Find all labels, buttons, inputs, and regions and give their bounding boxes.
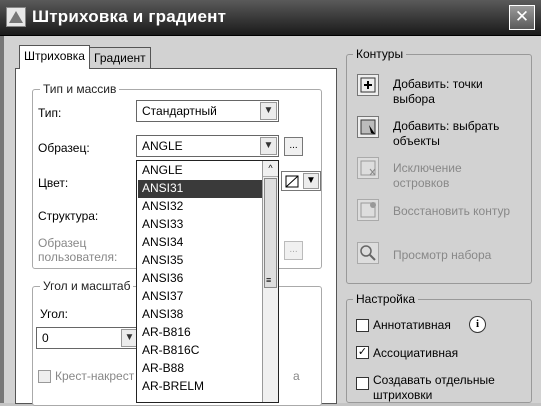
pattern-select-value: ANGLE: [142, 139, 183, 153]
custom-pattern-label-line2: пользователя:: [38, 250, 118, 264]
list-item[interactable]: AR-B816: [138, 324, 262, 342]
chevron-down-icon[interactable]: ▼: [303, 173, 319, 189]
separate-hatches-line2: штриховки: [373, 388, 433, 402]
crosshatch-label: Крест-накрест: [55, 369, 135, 383]
list-item[interactable]: AR-BRELM: [138, 378, 262, 396]
view-selection-button[interactable]: Просмотр набора: [393, 248, 491, 263]
separate-hatches-checkbox[interactable]: [356, 377, 369, 390]
list-item[interactable]: ANSI38: [138, 306, 262, 324]
tab-hatch[interactable]: Штриховка: [19, 45, 90, 69]
recreate-boundary-icon[interactable]: [357, 199, 379, 221]
angle-select[interactable]: 0 ▼: [36, 327, 140, 349]
add-pick-points-button[interactable]: Добавить: точки выбора: [393, 77, 483, 107]
list-item[interactable]: ANSI33: [138, 216, 262, 234]
separate-hatches-line1: Создавать отдельные: [373, 373, 495, 387]
pattern-select[interactable]: ANGLE ▼: [136, 135, 279, 157]
remove-islands-line2: островков: [393, 176, 450, 190]
options-group-title: Настройка: [353, 292, 419, 306]
custom-pattern-label: Образец пользователя:: [38, 236, 117, 264]
title-bar: Штриховка и градиент ✕: [0, 0, 541, 36]
no-fill-icon: [285, 175, 299, 188]
contours-group-title: Контуры: [353, 47, 407, 61]
info-icon[interactable]: i: [469, 316, 486, 333]
associative-label: Ассоциативная: [373, 346, 459, 360]
add-pick-points-line2: выбора: [393, 92, 435, 106]
pattern-label: Образец:: [38, 141, 90, 155]
app-icon: [6, 7, 26, 27]
structure-label: Структура:: [38, 209, 99, 223]
custom-pattern-browse-button[interactable]: ...: [284, 241, 303, 260]
add-select-objects-icon[interactable]: [357, 116, 379, 138]
list-item[interactable]: ANSI32: [138, 198, 262, 216]
associative-checkbox[interactable]: ✓: [356, 346, 369, 359]
color-select[interactable]: ▼: [281, 171, 321, 191]
remove-islands-icon[interactable]: [357, 157, 379, 179]
chevron-down-icon[interactable]: ▼: [260, 137, 277, 155]
angle-select-value: 0: [42, 331, 49, 345]
list-item[interactable]: AR-B88: [138, 360, 262, 378]
relative-label: а: [293, 369, 300, 383]
color-label: Цвет:: [38, 176, 69, 190]
pattern-browse-button[interactable]: ...: [284, 137, 303, 156]
dropdown-scrollbar[interactable]: ^ ≡: [262, 161, 278, 402]
remove-islands-line1: Исключение: [393, 161, 462, 175]
pattern-dropdown-list[interactable]: ANGLE ANSI31 ANSI32 ANSI33 ANSI34 ANSI35…: [136, 160, 279, 403]
annotative-checkbox[interactable]: [356, 319, 369, 332]
type-pattern-group-title: Тип и массив: [40, 82, 120, 96]
angle-scale-group-title: Угол и масштаб: [40, 279, 134, 293]
list-item[interactable]: ANSI35: [138, 252, 262, 270]
view-selection-icon[interactable]: [357, 242, 379, 264]
type-select[interactable]: Стандартный ▼: [136, 100, 279, 122]
list-item-selected[interactable]: ANSI31: [138, 180, 262, 198]
list-item[interactable]: ANGLE: [138, 162, 262, 180]
add-select-objects-line1: Добавить: выбрать: [393, 119, 500, 133]
add-pick-points-line1: Добавить: точки: [393, 77, 483, 91]
scroll-thumb[interactable]: ≡: [264, 178, 277, 288]
tab-gradient[interactable]: Градиент: [89, 47, 151, 69]
recreate-boundary-button[interactable]: Восстановить контур: [393, 204, 510, 219]
angle-label: Угол:: [40, 307, 68, 321]
list-item[interactable]: AR-B816C: [138, 342, 262, 360]
separate-hatches-label: Создавать отдельные штриховки: [373, 373, 495, 403]
add-select-objects-line2: объекты: [393, 134, 440, 148]
crosshatch-checkbox[interactable]: [38, 370, 51, 383]
chevron-down-icon[interactable]: ▼: [260, 102, 277, 120]
add-select-objects-button[interactable]: Добавить: выбрать объекты: [393, 119, 499, 149]
type-select-value: Стандартный: [142, 104, 217, 118]
scroll-up-icon[interactable]: ^: [263, 161, 278, 177]
list-item[interactable]: ANSI36: [138, 270, 262, 288]
close-button[interactable]: ✕: [509, 5, 535, 30]
list-item[interactable]: ANSI37: [138, 288, 262, 306]
list-item[interactable]: ANSI34: [138, 234, 262, 252]
remove-islands-button[interactable]: Исключение островков: [393, 161, 462, 191]
add-pick-points-icon[interactable]: [357, 74, 379, 96]
type-label: Тип:: [38, 106, 62, 120]
custom-pattern-label-line1: Образец: [38, 236, 87, 250]
annotative-label: Аннотативная: [373, 318, 451, 332]
window-title: Штриховка и градиент: [32, 7, 227, 26]
grip-icon: ≡: [266, 275, 272, 285]
